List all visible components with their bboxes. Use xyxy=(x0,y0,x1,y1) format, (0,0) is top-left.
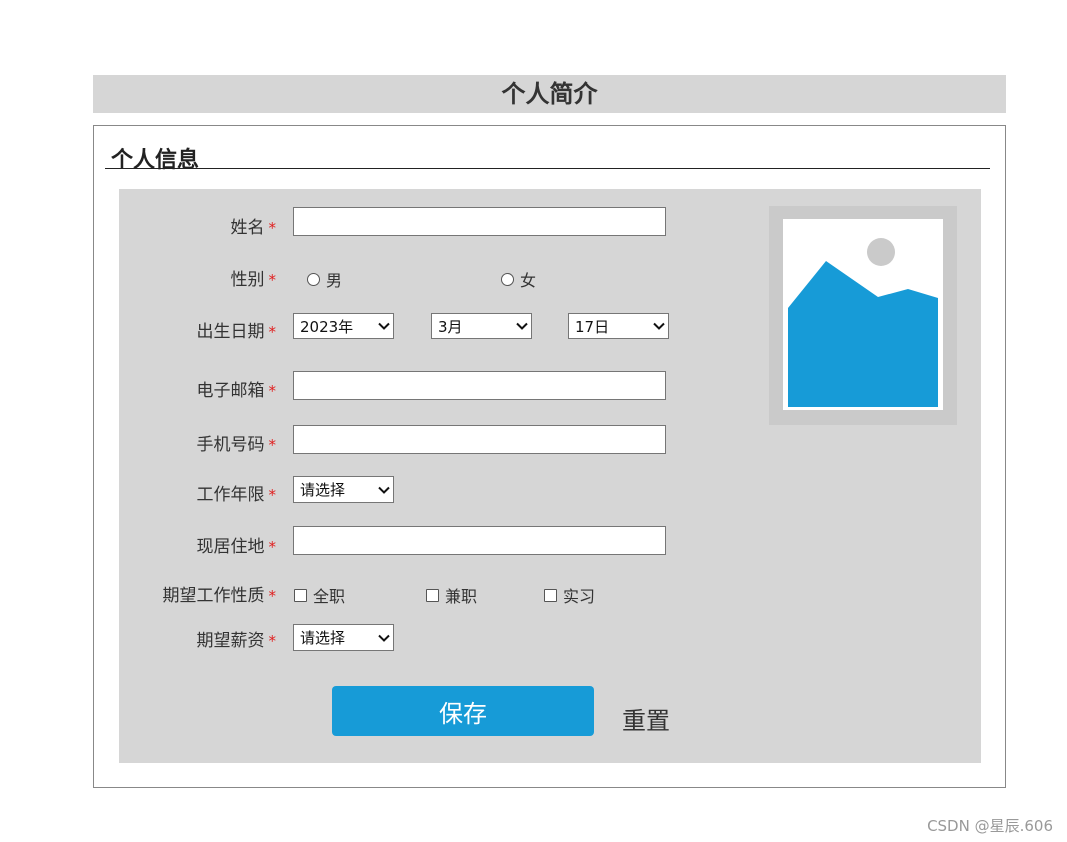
required-mark: * xyxy=(268,587,277,605)
salary-select[interactable]: 请选择 xyxy=(293,624,394,651)
profile-card: 个人信息 姓名 * 性别 * 男 女 出生日期 * 2023年 3月 17日 电… xyxy=(93,125,1006,788)
watermark: CSDN @星辰.606 xyxy=(927,817,1053,835)
reset-button[interactable]: 重置 xyxy=(622,701,670,736)
checkbox-icon[interactable] xyxy=(544,588,557,602)
form-panel: 姓名 * 性别 * 男 女 出生日期 * 2023年 3月 17日 电子邮箱 *… xyxy=(119,189,981,763)
phone-input[interactable] xyxy=(293,425,666,454)
chevron-down-icon xyxy=(378,634,390,642)
required-mark: * xyxy=(268,538,277,556)
image-placeholder-icon xyxy=(783,219,943,410)
chevron-down-icon xyxy=(653,322,665,330)
gender-radio-female[interactable]: 女 xyxy=(501,267,536,291)
required-mark: * xyxy=(268,486,277,504)
required-mark: * xyxy=(268,382,277,400)
save-button[interactable]: 保存 xyxy=(332,686,594,736)
birth-month-select[interactable]: 3月 xyxy=(431,313,532,339)
residence-label: 现居住地 * xyxy=(196,537,277,557)
required-mark: * xyxy=(268,219,277,237)
birth-year-select[interactable]: 2023年 xyxy=(293,313,394,339)
job-type-parttime-checkbox[interactable]: 兼职 xyxy=(426,583,477,607)
name-label: 姓名 * xyxy=(230,218,277,238)
work-years-select[interactable]: 请选择 xyxy=(293,476,394,503)
job-type-fulltime-checkbox[interactable]: 全职 xyxy=(294,583,345,607)
section-title: 个人信息 xyxy=(111,148,200,173)
radio-icon[interactable] xyxy=(501,272,514,286)
chevron-down-icon xyxy=(516,322,528,330)
residence-input[interactable] xyxy=(293,526,666,555)
required-mark: * xyxy=(268,323,277,341)
salary-label: 期望薪资 * xyxy=(196,631,277,651)
section-divider xyxy=(105,168,990,169)
gender-radio-male[interactable]: 男 xyxy=(307,267,342,291)
checkbox-icon[interactable] xyxy=(294,588,307,602)
required-mark: * xyxy=(268,632,277,650)
chevron-down-icon xyxy=(378,322,390,330)
birth-day-select[interactable]: 17日 xyxy=(568,313,669,339)
job-type-label: 期望工作性质 * xyxy=(162,586,277,606)
email-label: 电子邮箱 * xyxy=(196,381,277,401)
radio-icon[interactable] xyxy=(307,272,320,286)
required-mark: * xyxy=(268,271,277,289)
gender-label: 性别 * xyxy=(230,270,277,290)
email-input[interactable] xyxy=(293,371,666,400)
checkbox-icon[interactable] xyxy=(426,588,439,602)
birthday-label: 出生日期 * xyxy=(196,322,277,342)
phone-label: 手机号码 * xyxy=(196,435,277,455)
work-years-label: 工作年限 * xyxy=(196,485,277,505)
name-input[interactable] xyxy=(293,207,666,236)
page-title: 个人简介 xyxy=(93,75,1006,113)
photo-upload[interactable] xyxy=(769,206,957,425)
required-mark: * xyxy=(268,436,277,454)
chevron-down-icon xyxy=(378,486,390,494)
job-type-internship-checkbox[interactable]: 实习 xyxy=(544,583,595,607)
